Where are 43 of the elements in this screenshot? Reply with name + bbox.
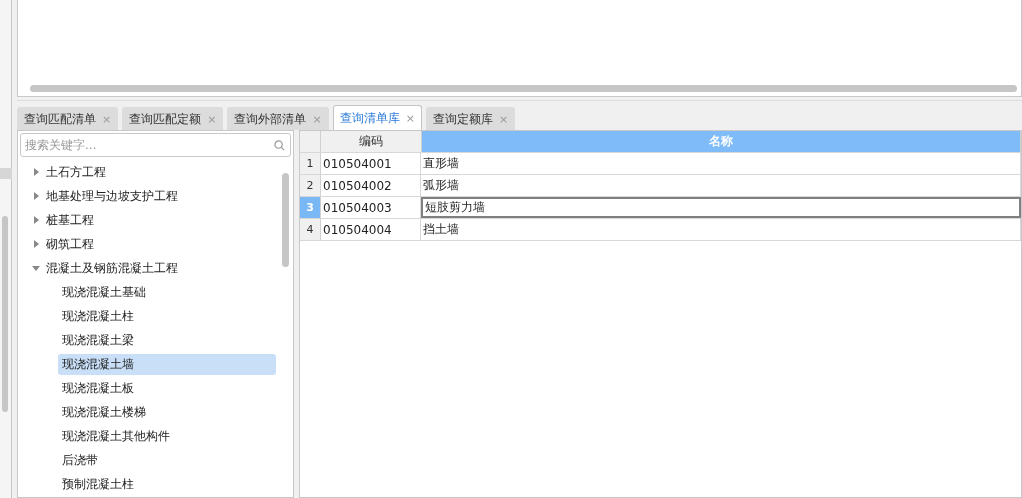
tree-item[interactable]: 现浇混凝土板: [58, 377, 138, 399]
scrollbar[interactable]: [30, 85, 1017, 92]
tab[interactable]: 查询清单库 ×: [332, 105, 422, 130]
tree-item[interactable]: 现浇混凝土梁: [58, 329, 138, 351]
table-cell: 010504004: [321, 219, 421, 240]
row-number: 1: [300, 153, 321, 174]
collapsed-arrow-icon[interactable]: [32, 240, 40, 248]
row-number: 3: [300, 197, 321, 218]
tree-item[interactable]: 预制混凝土柱: [58, 473, 138, 495]
tree-item[interactable]: 砌筑工程: [42, 233, 98, 255]
tree-item[interactable]: 土石方工程: [42, 161, 110, 183]
tree-item[interactable]: 现浇混凝土墙: [58, 353, 276, 375]
tree-item[interactable]: 后浇带: [58, 449, 102, 471]
search-field[interactable]: 搜索关键字...: [20, 133, 291, 157]
tree-item[interactable]: 地基处理与边坡支护工程: [42, 185, 182, 207]
scrollbar[interactable]: [2, 216, 8, 412]
tree-item[interactable]: 混凝土及钢筋混凝土工程: [42, 257, 182, 279]
row-number: 4: [300, 219, 321, 240]
table-cell: 010504001: [321, 153, 421, 174]
table-cell: 短肢剪力墙: [421, 197, 1021, 218]
tab[interactable]: 查询定额库 ×: [425, 107, 516, 130]
row-number: 2: [300, 175, 321, 196]
table-cell: 010504003: [321, 197, 421, 218]
table-cell: 010504002: [321, 175, 421, 196]
search-icon[interactable]: [274, 140, 285, 151]
tree-item[interactable]: 现浇混凝土其他构件: [58, 425, 174, 447]
panel-header: [0, 168, 12, 179]
expanded-arrow-icon[interactable]: [32, 264, 40, 272]
table-cell: 直形墙: [421, 153, 1021, 174]
table-cell: 弧形墙: [421, 175, 1021, 196]
tree-item[interactable]: 现浇混凝土柱: [58, 305, 138, 327]
collapsed-arrow-icon[interactable]: [32, 168, 40, 176]
tab[interactable]: 查询匹配清单 ×: [17, 107, 119, 130]
collapsed-arrow-icon[interactable]: [32, 216, 40, 224]
column-header[interactable]: 编码: [321, 131, 422, 152]
scrollbar[interactable]: [282, 173, 289, 267]
table-cell: 挡土墙: [421, 219, 1021, 240]
tab[interactable]: 查询匹配定额 ×: [122, 107, 224, 130]
tree-item[interactable]: 现浇混凝土楼梯: [58, 401, 150, 423]
tree-item[interactable]: 桩基工程: [42, 209, 98, 231]
tab[interactable]: 查询外部清单 ×: [227, 107, 329, 130]
collapsed-arrow-icon[interactable]: [32, 192, 40, 200]
tree-item[interactable]: 现浇混凝土基础: [58, 281, 150, 303]
